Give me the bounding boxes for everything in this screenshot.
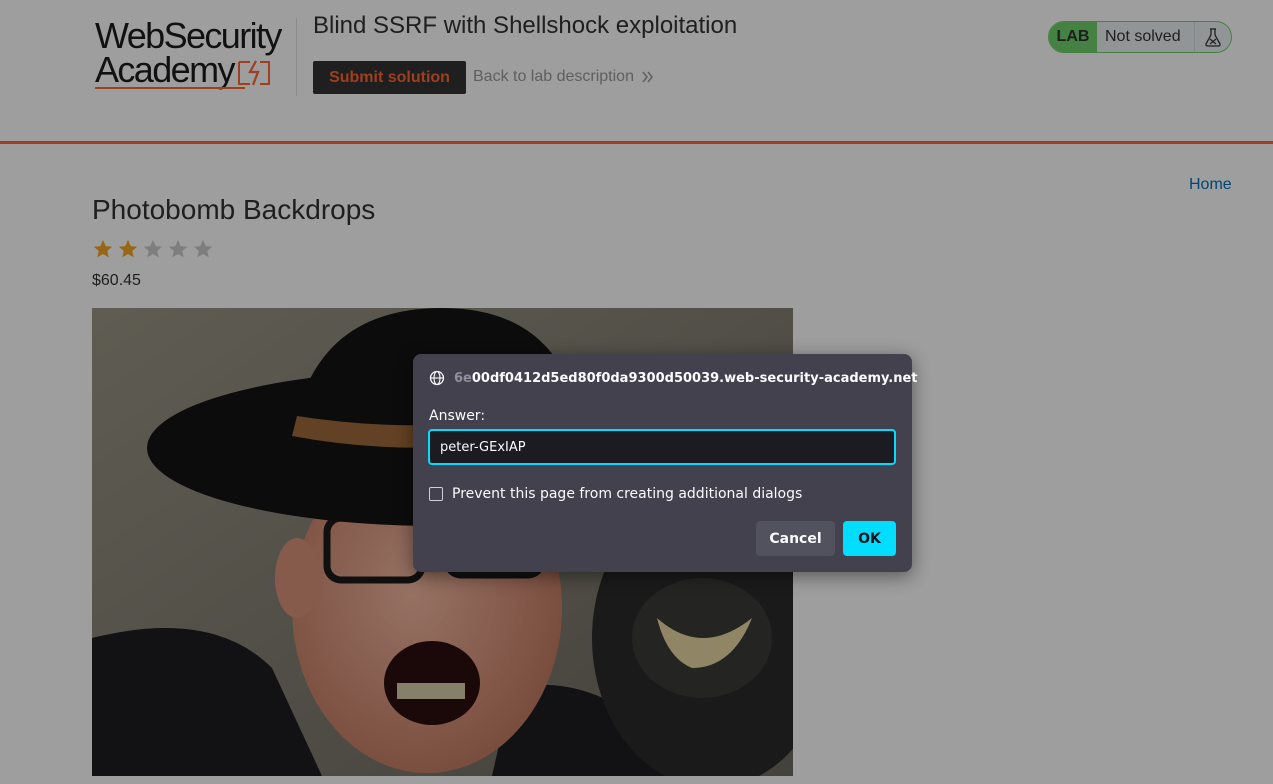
cancel-button[interactable]: Cancel	[756, 521, 835, 556]
answer-input[interactable]	[428, 429, 896, 465]
prevent-dialogs-label: Prevent this page from creating addition…	[452, 486, 803, 502]
dialog-prompt-label: Answer:	[429, 408, 486, 424]
prompt-dialog: 6e 00df0412d5ed80f0da9300d50039.web-secur…	[413, 354, 918, 572]
dialog-origin-prefix: 6e	[454, 370, 472, 386]
ok-button[interactable]: OK	[843, 521, 896, 556]
prevent-dialogs-checkbox[interactable]	[429, 487, 443, 501]
dialog-origin-host: 00df0412d5ed80f0da9300d50039.web-securit…	[471, 370, 918, 386]
dialog-origin: 6e 00df0412d5ed80f0da9300d50039.web-secur…	[429, 370, 918, 386]
globe-icon	[429, 370, 445, 386]
prevent-dialogs-option[interactable]: Prevent this page from creating addition…	[429, 486, 802, 502]
